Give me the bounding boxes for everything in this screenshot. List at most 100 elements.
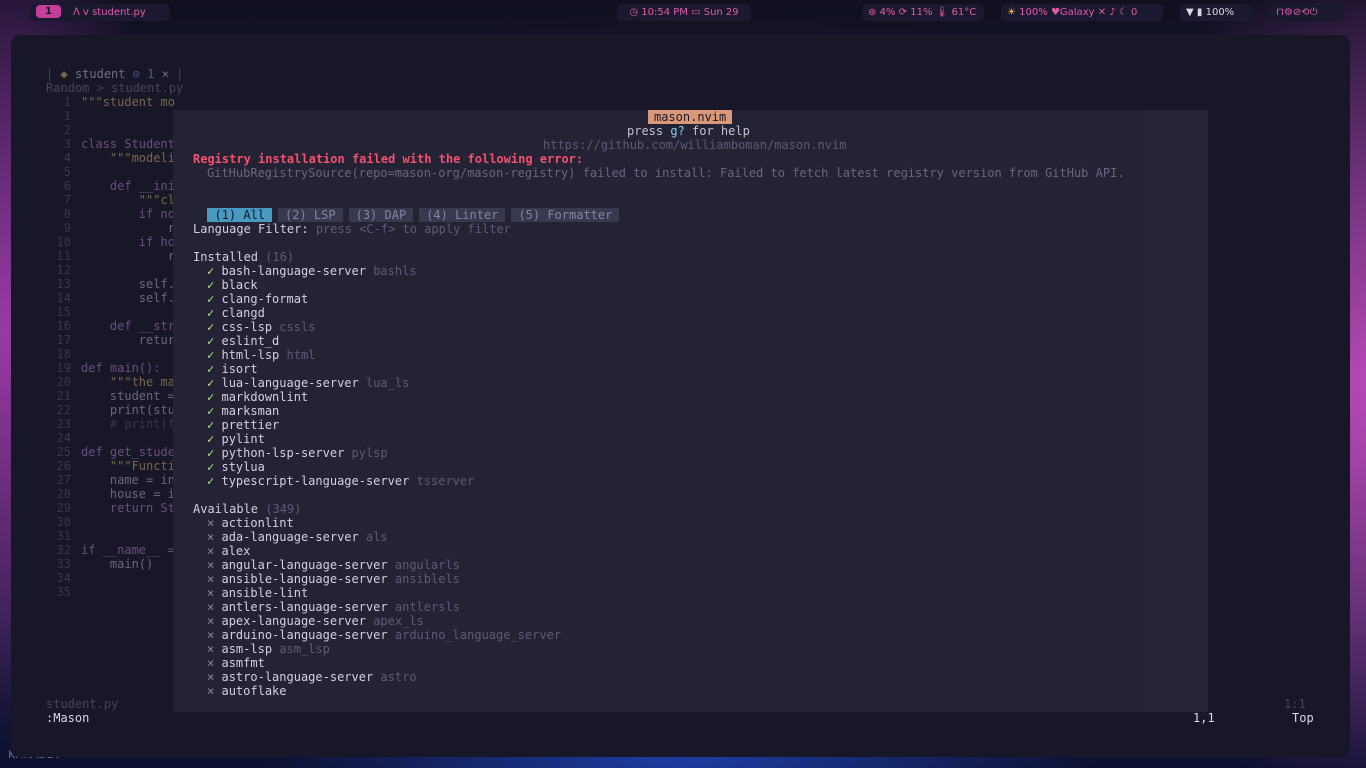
available-package-item[interactable]: × ansible-lint: [207, 586, 561, 600]
available-package-item[interactable]: × ansible-language-server ansiblels: [207, 572, 561, 586]
available-list: × actionlint × ada-language-server als × a…: [207, 516, 561, 698]
code-line[interactable]: [81, 347, 175, 361]
available-package-item[interactable]: × autoflake: [207, 684, 561, 698]
code-line[interactable]: r: [81, 221, 175, 235]
available-package-item[interactable]: × apex-language-server apex_ls: [207, 614, 561, 628]
installed-check-icon: ✓: [207, 404, 215, 418]
package-name: asmfmt: [221, 656, 265, 670]
code-line[interactable]: def __str: [81, 319, 175, 333]
battery-widget[interactable]: ▼ ▮ 100%: [1180, 4, 1252, 21]
code-line[interactable]: """the ma: [81, 375, 175, 389]
code-line[interactable]: self.: [81, 277, 175, 291]
mason-url[interactable]: https://github.com/williamboman/mason.nv…: [543, 138, 846, 152]
package-alias: lua_ls: [365, 376, 410, 390]
code-line[interactable]: def __ini: [81, 179, 175, 193]
code-line[interactable]: def get_stude: [81, 445, 175, 459]
available-package-item[interactable]: × angular-language-server angularls: [207, 558, 561, 572]
logout-icon[interactable]: ⊘: [1293, 7, 1301, 18]
installed-check-icon: ✓: [207, 292, 215, 306]
wifi-icon: ♥: [1050, 7, 1060, 18]
available-package-item[interactable]: × asm-lsp asm_lsp: [207, 642, 561, 656]
power-menu[interactable]: ⊓⚙⊘⟲⏻: [1270, 4, 1344, 21]
available-package-item[interactable]: × alex: [207, 544, 561, 558]
installed-package-item[interactable]: ✓ clangd: [207, 306, 474, 320]
quick-settings[interactable]: ☀ 100% ♥Galaxy ✕ ♪ ☾ 0: [1001, 4, 1163, 21]
code-line[interactable]: main(): [81, 557, 175, 571]
code-line[interactable]: [81, 305, 175, 319]
installed-package-item[interactable]: ✓ marksman: [207, 404, 474, 418]
buffer-tab[interactable]: | ◆ student ⊙ 1 × |: [46, 67, 183, 81]
code-line[interactable]: """cl: [81, 193, 175, 207]
code-line[interactable]: [81, 165, 175, 179]
installed-package-item[interactable]: ✓ lua-language-server lua_ls: [207, 376, 474, 390]
package-name: css-lsp: [221, 320, 273, 334]
available-package-item[interactable]: × astro-language-server astro: [207, 670, 561, 684]
code-line[interactable]: """modeli: [81, 151, 175, 165]
command-line[interactable]: :Mason: [46, 711, 89, 725]
code-line[interactable]: [81, 109, 175, 123]
installed-package-item[interactable]: ✓ eslint_d: [207, 334, 474, 348]
mic-icon: ♪: [1109, 7, 1116, 18]
code-line[interactable]: student =: [81, 389, 175, 403]
installed-package-item[interactable]: ✓ prettier: [207, 418, 474, 432]
installed-package-item[interactable]: ✓ bash-language-server bashls: [207, 264, 474, 278]
code-line[interactable]: if no: [81, 207, 175, 221]
installed-package-item[interactable]: ✓ isort: [207, 362, 474, 376]
help-key: g?: [670, 124, 685, 138]
available-package-item[interactable]: × asmfmt: [207, 656, 561, 670]
tab-close-icon[interactable]: ×: [162, 67, 169, 81]
code-line[interactable]: def main():: [81, 361, 175, 375]
code-line[interactable]: if __name__ =: [81, 543, 175, 557]
code-line[interactable]: return St: [81, 501, 175, 515]
code-line[interactable]: """Functi: [81, 459, 175, 473]
tab-formatter[interactable]: (5) Formatter: [511, 208, 620, 222]
lock-icon[interactable]: ⊓: [1276, 7, 1284, 18]
reboot-icon[interactable]: ⟲: [1301, 7, 1309, 18]
code-line[interactable]: [81, 123, 175, 137]
code-line[interactable]: """student mo: [81, 95, 175, 109]
available-package-item[interactable]: × actionlint: [207, 516, 561, 530]
code-line[interactable]: [81, 515, 175, 529]
available-package-item[interactable]: × arduino-language-server arduino_langua…: [207, 628, 561, 642]
language-filter[interactable]: Language Filter: press <C-f> to apply fi…: [193, 222, 511, 236]
installed-package-item[interactable]: ✓ black: [207, 278, 474, 292]
installed-package-item[interactable]: ✓ stylua: [207, 460, 474, 474]
clock-widget[interactable]: ◷ 10:54 PM ▭ Sun 29: [617, 4, 751, 21]
installed-package-item[interactable]: ✓ pylint: [207, 432, 474, 446]
code-line[interactable]: r: [81, 249, 175, 263]
code-line[interactable]: self.: [81, 291, 175, 305]
breadcrumb[interactable]: Random > student.py: [46, 81, 183, 95]
help-hint: press g? for help: [627, 124, 750, 138]
installed-list: ✓ bash-language-server bashls ✓ black ✓ cl…: [207, 264, 474, 488]
available-package-item[interactable]: × ada-language-server als: [207, 530, 561, 544]
tab-linter[interactable]: (4) Linter: [419, 208, 506, 222]
tab-lsp[interactable]: (2) LSP: [278, 208, 343, 222]
installed-package-item[interactable]: ✓ clang-format: [207, 292, 474, 306]
installed-package-item[interactable]: ✓ typescript-language-server tsserver: [207, 474, 474, 488]
available-package-item[interactable]: × antlers-language-server antlersls: [207, 600, 561, 614]
settings-icon[interactable]: ⚙: [1284, 7, 1293, 18]
code-line[interactable]: [81, 529, 175, 543]
tab-all[interactable]: (1) All: [207, 208, 273, 222]
code-line[interactable]: house = i: [81, 487, 175, 501]
power-icon[interactable]: ⏻: [1310, 7, 1318, 18]
code-line[interactable]: name = in: [81, 473, 175, 487]
tab-dap[interactable]: (3) DAP: [348, 208, 414, 222]
code-line[interactable]: retur: [81, 333, 175, 347]
code-line[interactable]: print(stu: [81, 403, 175, 417]
not-installed-icon: ×: [207, 684, 215, 698]
code-line[interactable]: [81, 431, 175, 445]
installed-package-item[interactable]: ✓ markdownlint: [207, 390, 474, 404]
code-buffer[interactable]: """student mo class Student """modeli def…: [81, 95, 175, 571]
code-line[interactable]: # print(f: [81, 417, 175, 431]
statusline-position: 1:1: [1284, 697, 1306, 711]
mason-window[interactable]: mason.nvim press g? for help https://git…: [173, 110, 1208, 712]
code-line[interactable]: class Student: [81, 137, 175, 151]
installed-package-item[interactable]: ✓ html-lsp html: [207, 348, 474, 362]
code-line[interactable]: [81, 263, 175, 277]
code-line[interactable]: if ho: [81, 235, 175, 249]
workspace-button[interactable]: 1: [36, 5, 61, 18]
installed-package-item[interactable]: ✓ css-lsp cssls: [207, 320, 474, 334]
installed-package-item[interactable]: ✓ python-lsp-server pylsp: [207, 446, 474, 460]
line-number: 5: [63, 165, 71, 179]
